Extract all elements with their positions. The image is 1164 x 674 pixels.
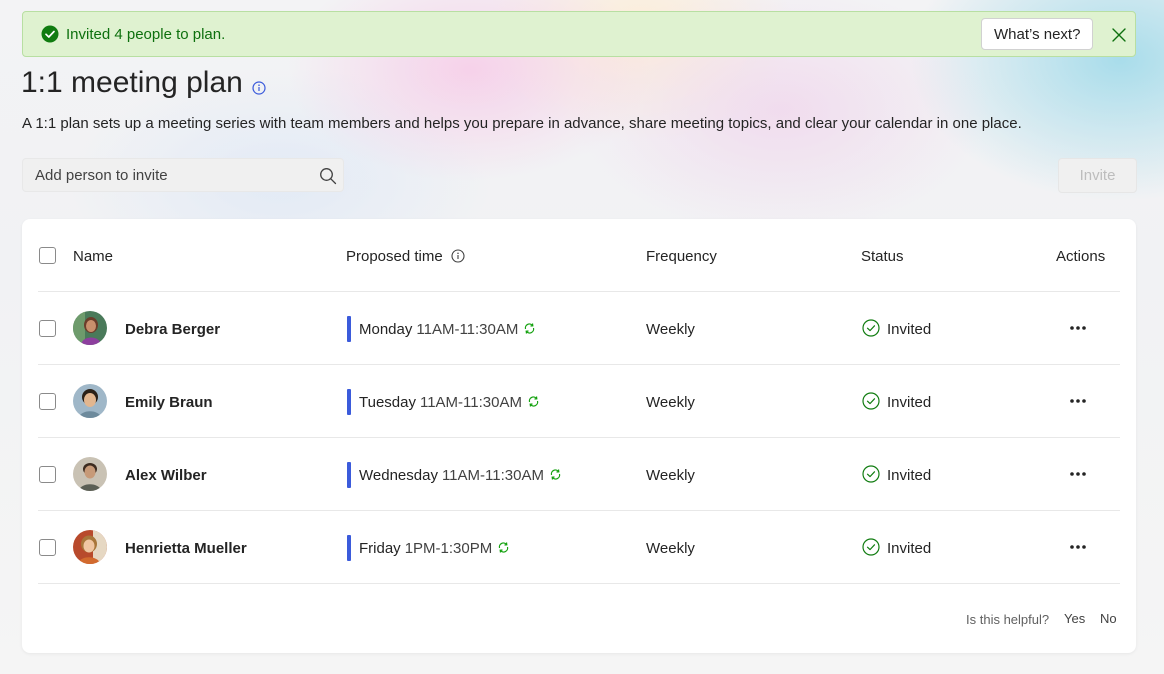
avatar xyxy=(73,457,107,491)
time-accent-bar xyxy=(347,535,351,561)
recurring-icon xyxy=(525,323,535,334)
time-hours: 11AM-11:30AM xyxy=(441,467,544,484)
frequency: Weekly xyxy=(646,394,695,411)
info-icon[interactable] xyxy=(451,249,465,263)
time-hours: 11AM-11:30AM xyxy=(419,394,522,411)
whats-next-button[interactable]: What’s next? xyxy=(981,18,1094,50)
more-actions-button[interactable] xyxy=(1063,389,1093,413)
page-title: 1:1 meeting plan xyxy=(21,66,243,99)
status-text: Invited xyxy=(887,321,932,338)
checkmark-circle-icon xyxy=(862,465,880,483)
frequency: Weekly xyxy=(646,321,695,338)
info-icon[interactable] xyxy=(252,81,266,95)
page-description: A 1:1 plan sets up a meeting series with… xyxy=(22,115,1022,132)
invite-button[interactable]: Invite xyxy=(1058,158,1137,193)
recurring-icon xyxy=(499,542,509,553)
header-frequency: Frequency xyxy=(646,248,717,265)
more-actions-button[interactable] xyxy=(1063,462,1093,486)
table-row[interactable]: Emily Braun Tuesday 11AM-11:30AM Weekly I… xyxy=(38,365,1120,438)
time-day: Wednesday xyxy=(359,467,438,484)
avatar xyxy=(73,311,107,345)
search-icon[interactable] xyxy=(319,167,337,185)
person-name: Emily Braun xyxy=(125,394,213,411)
plan-table-card: Name Proposed time Frequency Status Acti… xyxy=(22,219,1136,653)
close-icon xyxy=(1112,28,1126,42)
person-name: Debra Berger xyxy=(125,321,221,338)
time-accent-bar xyxy=(347,316,351,342)
select-all-checkbox[interactable] xyxy=(39,247,56,264)
row-checkbox[interactable] xyxy=(39,466,56,483)
time-accent-bar xyxy=(347,462,351,488)
row-checkbox[interactable] xyxy=(39,539,56,556)
banner-message: Invited 4 people to plan. xyxy=(66,26,226,43)
recurring-icon xyxy=(550,469,561,480)
header-actions: Actions xyxy=(1056,248,1106,265)
time-day: Friday xyxy=(359,540,401,557)
close-banner-button[interactable] xyxy=(1109,25,1129,45)
header-name: Name xyxy=(73,248,114,265)
proposed-time: Tuesday 11AM-11:30AM xyxy=(359,394,540,411)
checkmark-circle-icon xyxy=(862,319,880,337)
checkmark-circle-icon xyxy=(41,25,59,43)
person-name: Henrietta Mueller xyxy=(125,540,247,557)
header-status: Status xyxy=(861,248,904,265)
more-icon xyxy=(1070,326,1086,330)
success-banner: Invited 4 people to plan. What’s next? xyxy=(22,11,1136,57)
feedback-yes-button[interactable]: Yes xyxy=(1064,611,1085,626)
status-text: Invited xyxy=(887,540,932,557)
proposed-time: Friday 1PM-1:30PM xyxy=(359,540,510,557)
proposed-time: Wednesday 11AM-11:30AM xyxy=(359,467,562,484)
checkmark-circle-icon xyxy=(862,538,880,556)
frequency: Weekly xyxy=(646,540,695,557)
table-row[interactable]: Henrietta Mueller Friday 1PM-1:30PM Weekl… xyxy=(38,511,1120,584)
recurring-icon xyxy=(528,396,539,407)
table-header: Name Proposed time Frequency Status Acti… xyxy=(38,219,1120,292)
feedback-question: Is this helpful? xyxy=(966,612,1050,627)
time-day: Tuesday xyxy=(359,394,416,411)
row-checkbox[interactable] xyxy=(39,393,56,410)
frequency: Weekly xyxy=(646,467,695,484)
header-proposed-time: Proposed time xyxy=(346,248,443,265)
time-accent-bar xyxy=(347,389,351,415)
more-icon xyxy=(1070,399,1086,403)
status-text: Invited xyxy=(887,467,932,484)
table-row[interactable]: Debra Berger Monday 11AM-11:30AM Weekly I… xyxy=(38,292,1120,365)
row-checkbox[interactable] xyxy=(39,320,56,337)
avatar xyxy=(73,530,107,564)
status-text: Invited xyxy=(887,394,932,411)
invite-search xyxy=(22,158,344,192)
more-actions-button[interactable] xyxy=(1063,316,1093,340)
avatar xyxy=(73,384,107,418)
checkmark-circle-icon xyxy=(862,392,880,410)
table-row[interactable]: Alex Wilber Wednesday 11AM-11:30AM Weekly… xyxy=(38,438,1120,511)
time-hours: 11AM-11:30AM xyxy=(416,321,519,338)
person-name: Alex Wilber xyxy=(125,467,207,484)
more-actions-button[interactable] xyxy=(1063,535,1093,559)
feedback-no-button[interactable]: No xyxy=(1100,611,1117,626)
time-day: Monday xyxy=(359,321,413,338)
time-hours: 1PM-1:30PM xyxy=(404,540,493,557)
more-icon xyxy=(1070,472,1086,476)
more-icon xyxy=(1070,545,1086,549)
proposed-time: Monday 11AM-11:30AM xyxy=(359,321,536,338)
add-person-input[interactable] xyxy=(23,159,313,191)
